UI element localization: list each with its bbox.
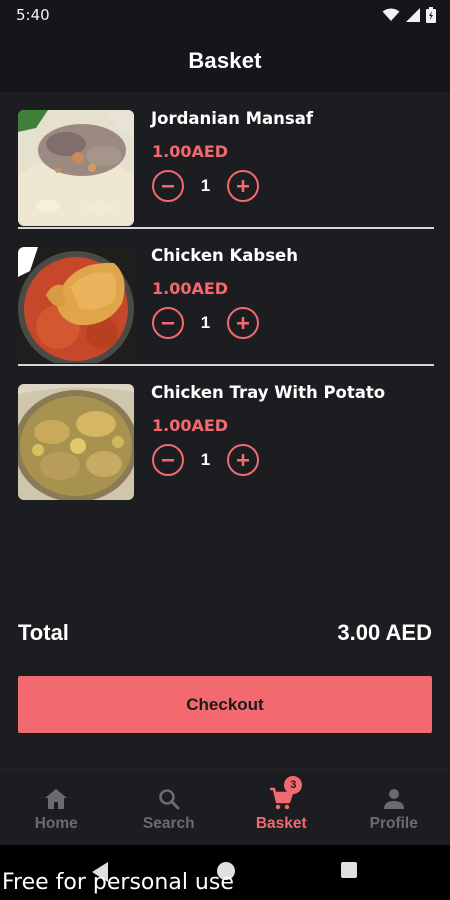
item-name: Jordanian Mansaf: [151, 109, 314, 128]
nav-item-search[interactable]: Search: [113, 770, 226, 845]
chicken-tray-photo: [18, 384, 134, 500]
wifi-icon: [382, 8, 400, 21]
basket-item: Chicken Kabseh 1.00AED 1: [18, 229, 434, 366]
increase-quantity-button[interactable]: [227, 170, 259, 202]
app-header: Basket: [0, 30, 450, 92]
item-name: Chicken Kabseh: [151, 246, 298, 265]
item-price: 1.00AED: [152, 416, 229, 435]
home-icon: [43, 786, 69, 812]
mansaf-photo: [18, 110, 134, 226]
nav-item-profile[interactable]: Profile: [338, 770, 450, 845]
battery-icon: [426, 7, 436, 23]
page-title: Basket: [188, 48, 262, 73]
increase-quantity-button[interactable]: [227, 444, 259, 476]
status-bar: 5:40: [0, 0, 450, 30]
bottom-nav: Home Search 3 Basket Profile: [0, 769, 450, 845]
total-label: Total: [18, 620, 69, 645]
plus-icon: [237, 317, 249, 329]
plus-icon: [237, 454, 249, 466]
minus-icon: [162, 322, 174, 325]
decrease-quantity-button[interactable]: [152, 307, 184, 339]
basket-item: Jordanian Mansaf 1.00AED 1: [18, 92, 434, 229]
basket-item: Chicken Tray With Potato 1.00AED 1: [18, 366, 434, 503]
nav-label: Home: [34, 815, 78, 832]
item-name: Chicken Tray With Potato: [151, 383, 386, 402]
person-icon: [381, 786, 407, 812]
minus-icon: [162, 185, 174, 188]
basket-count-badge: 3: [284, 776, 303, 794]
total-row: Total 3.00 AED: [18, 620, 432, 646]
decrease-quantity-button[interactable]: [152, 444, 184, 476]
watermark-text: Free for personal use: [2, 870, 234, 895]
quantity-stepper: 1: [152, 444, 259, 476]
total-value: 3.00 AED: [337, 620, 432, 645]
decrease-quantity-button[interactable]: [152, 170, 184, 202]
cart-icon: 3: [268, 776, 303, 812]
increase-quantity-button[interactable]: [227, 307, 259, 339]
status-icons: [382, 7, 436, 23]
item-price: 1.00AED: [152, 142, 229, 161]
recents-icon[interactable]: [340, 861, 358, 879]
signal-icon: [406, 8, 420, 22]
quantity-value: 1: [200, 313, 211, 332]
basket-list: Jordanian Mansaf 1.00AED 1 Chicken Kabse…: [18, 92, 434, 503]
plus-icon: [237, 180, 249, 192]
nav-item-basket[interactable]: 3 Basket: [225, 770, 338, 845]
nav-item-home[interactable]: Home: [0, 770, 113, 845]
quantity-stepper: 1: [152, 170, 259, 202]
checkout-button[interactable]: Checkout: [18, 676, 432, 733]
nav-label: Profile: [369, 815, 418, 832]
quantity-value: 1: [200, 450, 211, 469]
nav-label: Search: [142, 815, 195, 832]
status-time: 5:40: [16, 6, 50, 24]
nav-label: Basket: [255, 815, 307, 832]
quantity-stepper: 1: [152, 307, 259, 339]
quantity-value: 1: [200, 176, 211, 195]
kabseh-photo: [18, 247, 134, 363]
search-icon: [156, 786, 182, 812]
item-price: 1.00AED: [152, 279, 229, 298]
minus-icon: [162, 459, 174, 462]
